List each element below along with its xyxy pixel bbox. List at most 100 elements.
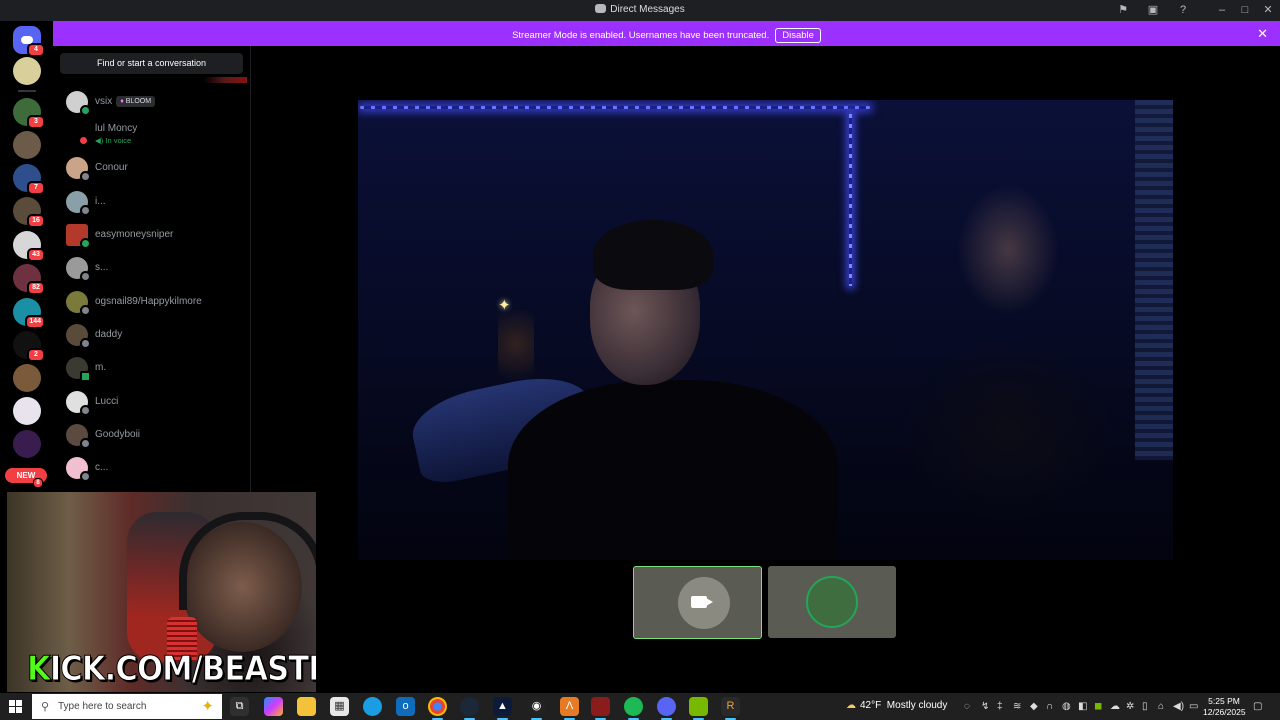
dm-item-lul-moncy[interactable]: lul Moncy ◀) In voice bbox=[64, 119, 244, 149]
server-badge: 43 bbox=[27, 248, 45, 262]
system-clock[interactable]: 5:25 PM 12/26/2025 bbox=[1203, 696, 1246, 718]
server-icon[interactable]: 7 bbox=[13, 164, 45, 195]
server-icon[interactable] bbox=[13, 397, 41, 425]
dm-item-ogsnail89[interactable]: ogsnail89/Happykilmore bbox=[64, 286, 244, 316]
server-icon[interactable]: 43 bbox=[13, 231, 45, 262]
new-unreads-pill[interactable]: NEW 8 bbox=[5, 468, 47, 488]
dm-item-daddy[interactable]: daddy bbox=[64, 319, 244, 349]
task-view-icon[interactable]: ⧉ bbox=[230, 697, 249, 716]
nvidia-icon[interactable] bbox=[689, 697, 708, 720]
network-icon[interactable]: ⌂ bbox=[1158, 701, 1164, 712]
server-icon[interactable] bbox=[13, 57, 41, 85]
server-badge: 16 bbox=[27, 214, 45, 228]
dm-item-m[interactable]: m. bbox=[64, 352, 244, 382]
battery-icon[interactable]: ▯ bbox=[1142, 701, 1148, 712]
server-icon[interactable]: 144 bbox=[13, 298, 45, 329]
dm-item-i[interactable]: i... bbox=[64, 186, 244, 216]
dm-item-s[interactable]: s... bbox=[64, 252, 244, 282]
camera-icon bbox=[691, 596, 713, 608]
screen-share-icon[interactable]: ▣ bbox=[1147, 4, 1159, 16]
app-icon[interactable]: Λ bbox=[560, 697, 579, 720]
person-body bbox=[508, 380, 838, 560]
taskbar-search-box[interactable]: ⚲ Type here to search ✦ bbox=[32, 694, 222, 719]
close-banner-icon[interactable]: ✕ bbox=[1257, 26, 1268, 42]
copilot-icon[interactable] bbox=[264, 697, 283, 716]
spotify-icon[interactable] bbox=[624, 697, 643, 720]
tray-icon[interactable]: ‡ bbox=[997, 701, 1003, 712]
tray-icon[interactable]: ◍ bbox=[1062, 701, 1071, 712]
server-icon[interactable]: 3 bbox=[13, 98, 45, 129]
app-icon[interactable] bbox=[591, 697, 610, 720]
onedrive-icon[interactable]: ☁ bbox=[1110, 701, 1120, 712]
outlook-icon[interactable]: o bbox=[396, 697, 415, 716]
cloud-icon: ☁ bbox=[846, 700, 856, 711]
dm-name: ogsnail89/Happykilmore bbox=[95, 296, 202, 307]
gem-icon: ♦ bbox=[120, 98, 124, 105]
participant-tile[interactable] bbox=[768, 566, 896, 638]
discord-icon[interactable] bbox=[657, 697, 676, 720]
windows-taskbar: ⚲ Type here to search ✦ ⧉ ▦ o ▲ ◉ Λ R ☁ 4… bbox=[0, 693, 1280, 720]
server-icon[interactable] bbox=[13, 430, 41, 458]
server-icon[interactable] bbox=[13, 131, 41, 159]
server-icon[interactable]: 16 bbox=[13, 197, 45, 228]
notifications-icon[interactable]: ▢ bbox=[1253, 701, 1262, 712]
dm-name: vsix ♦ BLOOM bbox=[95, 96, 156, 107]
tray-icon[interactable]: ◧ bbox=[1078, 701, 1087, 712]
app-icon[interactable]: ▲ bbox=[493, 697, 512, 720]
weather-widget[interactable]: ☁ 42°F Mostly cloudy bbox=[846, 700, 947, 711]
server-icon[interactable]: 2 bbox=[13, 331, 45, 362]
status-online-icon bbox=[80, 238, 91, 249]
edge-icon[interactable] bbox=[363, 697, 382, 716]
server-icon[interactable]: 82 bbox=[13, 264, 45, 295]
led-strip bbox=[849, 114, 852, 286]
voice-status: ◀) In voice bbox=[95, 136, 132, 145]
help-icon[interactable]: ? bbox=[1177, 4, 1189, 16]
start-button[interactable] bbox=[5, 696, 27, 717]
tray-icon[interactable]: ≋ bbox=[1013, 701, 1021, 712]
tray-icon[interactable]: ∩ bbox=[1046, 701, 1053, 712]
dm-name: Lucci bbox=[95, 396, 119, 407]
server-badge: 3 bbox=[27, 115, 45, 129]
settings-tray-icon[interactable]: ✲ bbox=[1126, 701, 1134, 712]
nvidia-tray-icon[interactable]: ◼ bbox=[1094, 701, 1102, 712]
minimize-button[interactable]: – bbox=[1214, 3, 1230, 17]
status-offline-icon bbox=[80, 271, 91, 282]
maximize-button[interactable]: □ bbox=[1237, 3, 1253, 17]
status-offline-icon bbox=[80, 305, 91, 316]
store-icon[interactable]: ▦ bbox=[330, 697, 349, 716]
file-explorer-icon[interactable] bbox=[297, 697, 316, 716]
display-icon[interactable]: ▭ bbox=[1189, 701, 1198, 712]
status-offline-icon bbox=[80, 405, 91, 416]
close-window-button[interactable]: ✕ bbox=[1260, 3, 1276, 17]
dm-item-easymoneysniper[interactable]: easymoneysniper bbox=[64, 219, 244, 249]
server-icon[interactable] bbox=[13, 364, 41, 392]
steam-icon[interactable] bbox=[460, 697, 479, 720]
dm-item-c[interactable]: c... bbox=[64, 452, 244, 482]
obs-icon[interactable]: ◉ bbox=[527, 697, 546, 720]
window-title: Direct Messages bbox=[0, 4, 1280, 15]
inbox-icon[interactable]: ⚑ bbox=[1117, 4, 1129, 16]
rocket-league-icon[interactable]: R bbox=[721, 697, 740, 720]
dm-item-conour[interactable]: Conour bbox=[64, 152, 244, 182]
server-badge: 82 bbox=[27, 281, 45, 295]
participant-tile[interactable] bbox=[633, 566, 762, 639]
dm-name: Goodyboii bbox=[95, 429, 141, 440]
tray-icon[interactable]: ◌ bbox=[964, 701, 970, 712]
status-offline-icon bbox=[80, 471, 91, 482]
windows-logo-icon bbox=[9, 700, 22, 713]
find-conversation-button[interactable]: Find or start a conversation bbox=[60, 53, 243, 74]
streamer-webcam-overlay: KICK.COM/BEASTK bbox=[7, 492, 316, 692]
new-badge: 8 bbox=[33, 478, 43, 488]
streamer-mode-banner: Streamer Mode is enabled. Usernames have… bbox=[53, 21, 1280, 46]
dm-item-vsix[interactable]: vsix ♦ BLOOM bbox=[64, 86, 244, 116]
volume-icon[interactable]: ◀) bbox=[1173, 701, 1184, 712]
tray-icon[interactable]: ◆ bbox=[1030, 701, 1038, 712]
tray-icon[interactable]: ↯ bbox=[981, 701, 989, 712]
home-button[interactable]: 4 bbox=[13, 26, 45, 57]
dm-item-lucci[interactable]: Lucci bbox=[64, 386, 244, 416]
call-video-stream[interactable]: ✦ bbox=[358, 100, 1173, 560]
dm-item-goodyboii[interactable]: Goodyboii bbox=[64, 419, 244, 449]
participant-avatar-speaking bbox=[806, 576, 858, 628]
disable-streamer-mode-button[interactable]: Disable bbox=[775, 28, 821, 43]
chrome-icon[interactable] bbox=[428, 697, 447, 720]
